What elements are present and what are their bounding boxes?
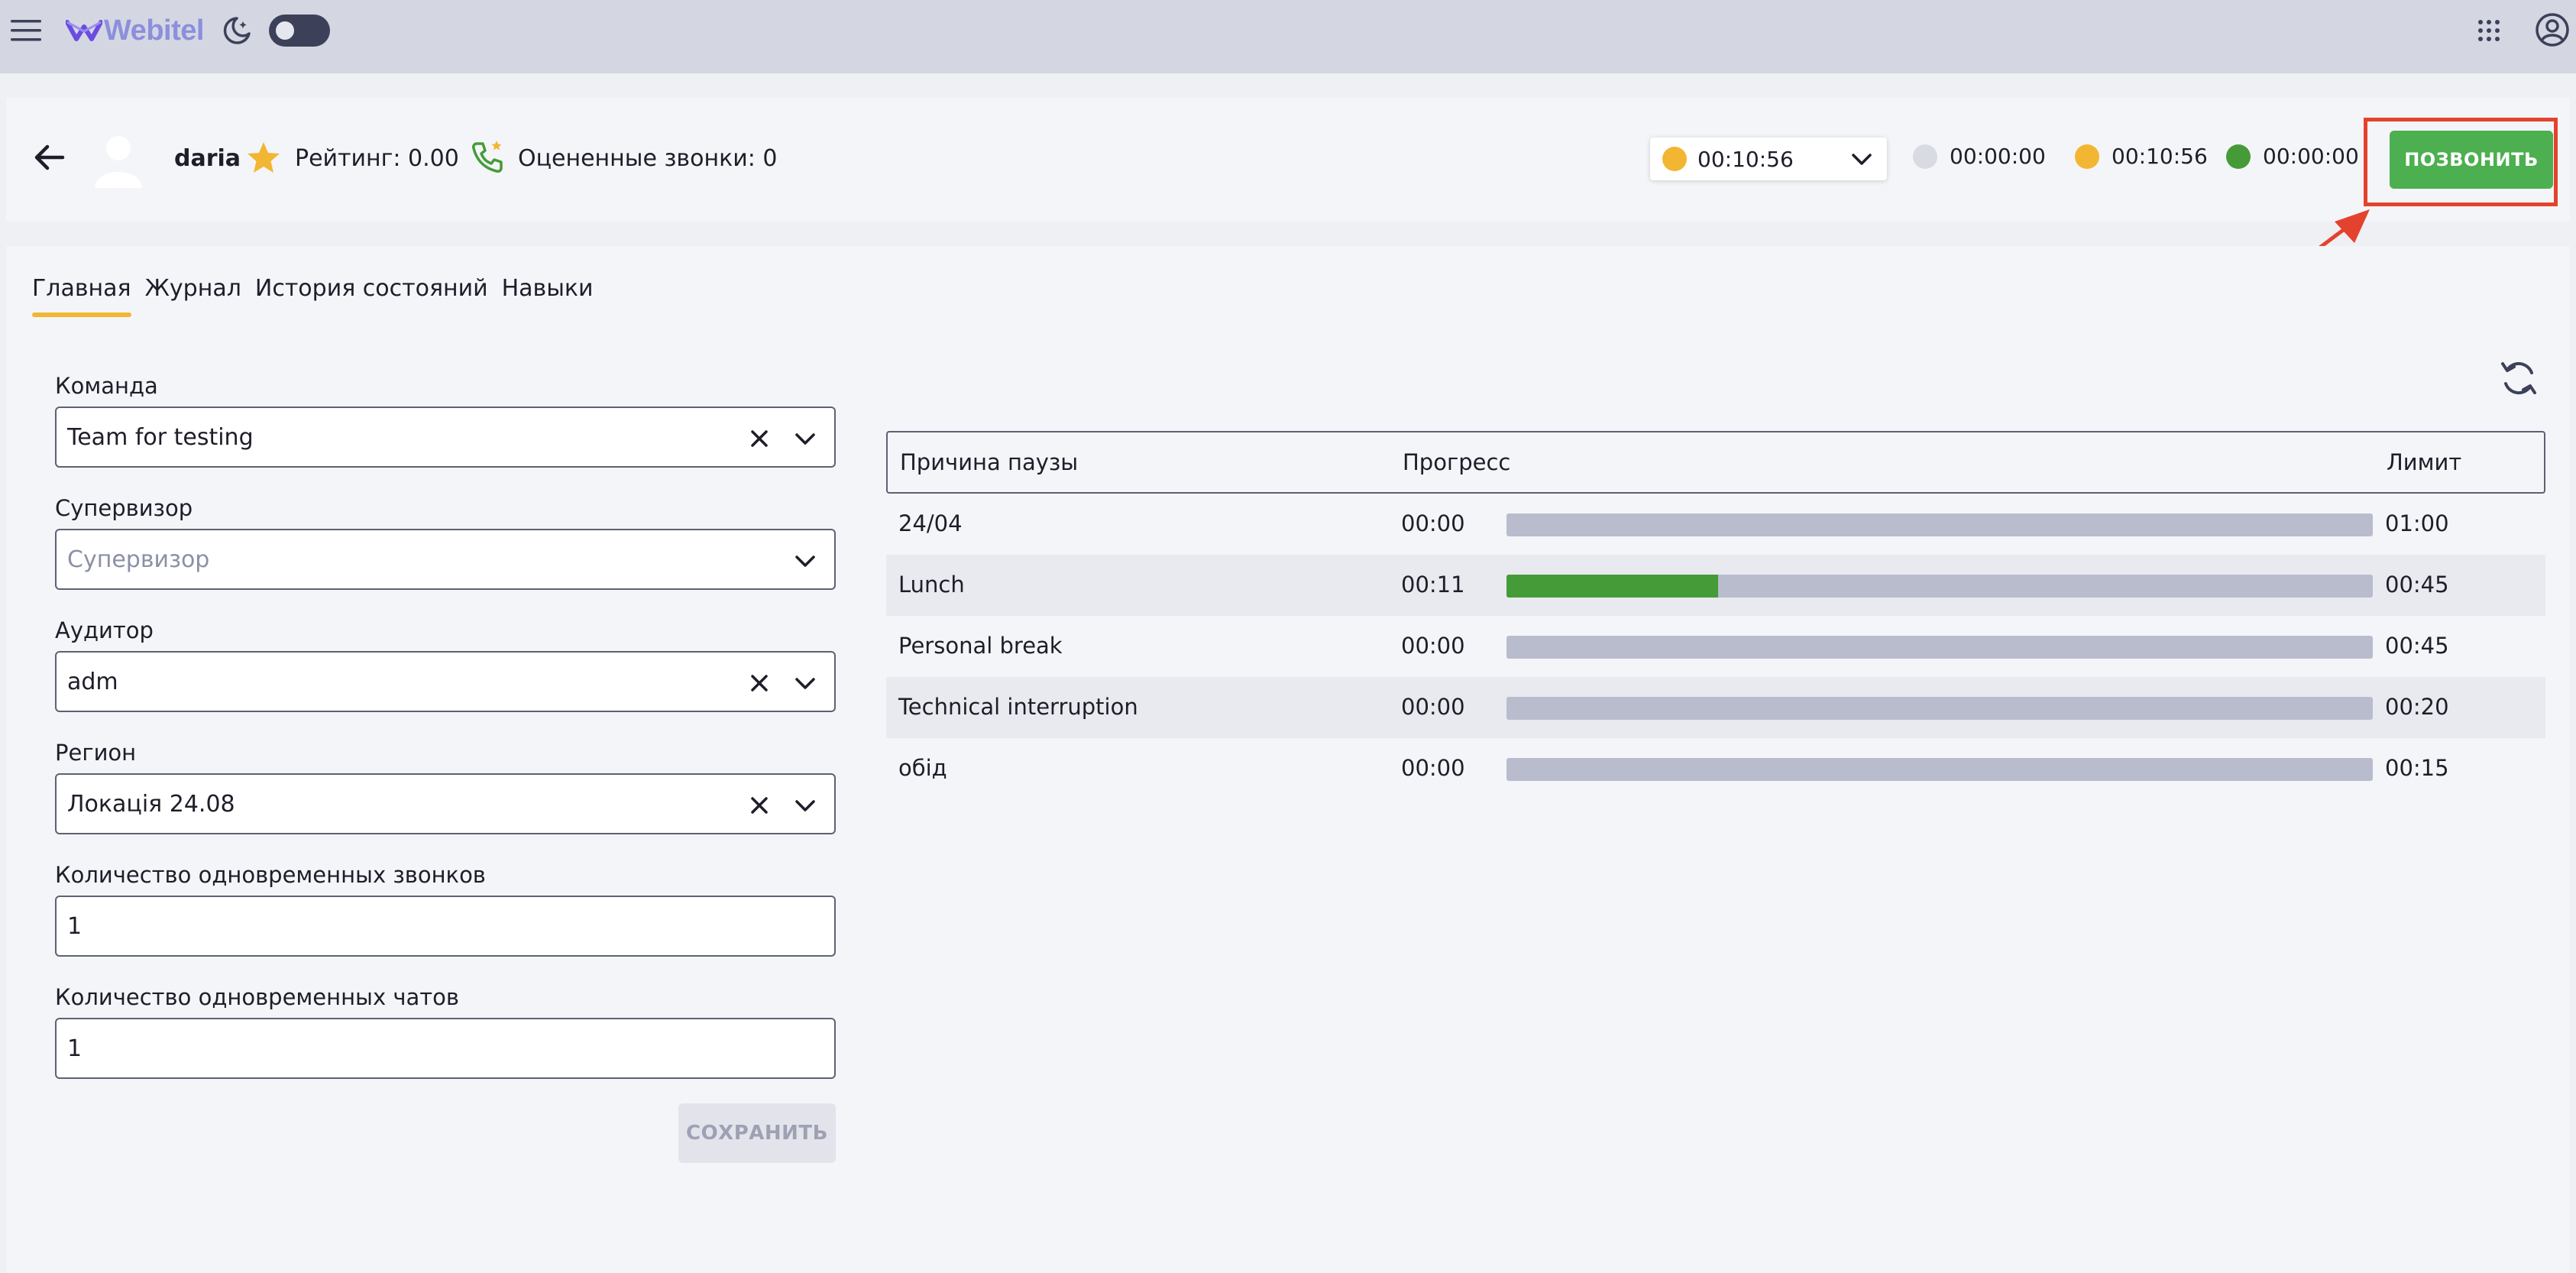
timer-dot-green [2226, 144, 2251, 169]
supervisor-label: Супервизор [55, 495, 193, 521]
pause-used-time: 00:00 [1401, 510, 1465, 536]
pause-used-time: 00:00 [1401, 755, 1465, 781]
tab-skills[interactable]: Навыки [502, 275, 594, 317]
main-panel: Главная Журнал История состояний Навыки … [6, 246, 2570, 1273]
table-header: Причина паузы Прогресс Лимит [886, 431, 2545, 494]
top-app-bar: Webitel [0, 0, 2576, 73]
rated-calls: Оцененные звонки: 0 [518, 145, 778, 172]
pause-limit: 00:45 [2385, 633, 2449, 659]
pause-reason: Technical interruption [898, 694, 1138, 720]
pause-reasons-table: Причина паузы Прогресс Лимит 24/04 00:00… [886, 431, 2545, 799]
auditor-select-value: adm [67, 668, 118, 695]
team-select[interactable]: Team for testing [55, 407, 836, 468]
supervisor-select[interactable]: Супервизор [55, 529, 836, 590]
tab-bar: Главная Журнал История состояний Навыки [32, 275, 607, 317]
timer-pause: 00:10:56 [2075, 144, 2208, 169]
pause-reason: обід [898, 755, 947, 781]
team-label: Команда [55, 373, 158, 399]
concurrent-calls-input[interactable]: 1 [55, 896, 836, 957]
pause-limit: 00:15 [2385, 755, 2449, 781]
concurrent-calls-value: 1 [67, 912, 83, 940]
clear-icon[interactable] [749, 795, 770, 816]
auditor-select[interactable]: adm [55, 651, 836, 712]
phone-star-icon [472, 141, 503, 173]
webitel-logo[interactable]: Webitel [66, 11, 204, 50]
region-select[interactable]: Локація 24.08 [55, 773, 836, 834]
table-row: Lunch 00:11 00:45 [886, 555, 2545, 616]
agent-status-select[interactable]: 00:10:56 [1650, 138, 1887, 180]
team-select-value: Team for testing [67, 423, 254, 451]
concurrent-chats-input[interactable]: 1 [55, 1018, 836, 1079]
concurrent-calls-label: Количество одновременных звонков [55, 862, 486, 888]
status-select-value: 00:10:56 [1697, 146, 1794, 172]
star-icon [248, 142, 280, 173]
hamburger-menu-icon[interactable] [9, 17, 43, 44]
table-row: 24/04 00:00 01:00 [886, 494, 2545, 555]
pause-used-time: 00:11 [1401, 572, 1465, 598]
timer-value: 00:10:56 [2112, 144, 2208, 169]
concurrent-chats-value: 1 [67, 1035, 83, 1062]
pause-progress-bar [1506, 575, 2373, 598]
toggle-knob [276, 21, 294, 40]
region-select-value: Локація 24.08 [67, 790, 235, 818]
timer-dot-grey [1913, 144, 1937, 169]
timer-value: 00:00:00 [2263, 144, 2359, 169]
column-header-reason: Причина паузы [900, 449, 1079, 475]
pause-progress-fill [1506, 575, 1718, 598]
table-row: Technical interruption 00:00 00:20 [886, 677, 2545, 738]
timer-online: 00:00:00 [2226, 144, 2359, 169]
column-header-progress: Прогресс [1403, 449, 1511, 475]
clear-icon[interactable] [749, 428, 770, 449]
tab-journal[interactable]: Журнал [145, 275, 241, 317]
tab-main[interactable]: Главная [32, 275, 131, 317]
timer-offline: 00:00:00 [1913, 144, 2046, 169]
webitel-logo-text: Webitel [104, 14, 204, 47]
apps-grid-icon[interactable] [2477, 18, 2501, 43]
tab-status-history[interactable]: История состояний [255, 275, 488, 317]
clear-icon[interactable] [749, 672, 770, 694]
pause-reason: 24/04 [898, 510, 963, 536]
auditor-label: Аудитор [55, 617, 154, 643]
moon-stars-icon [223, 17, 251, 44]
pause-limit: 00:45 [2385, 572, 2449, 598]
region-label: Регион [55, 740, 137, 766]
call-button[interactable]: ПОЗВОНИТЬ [2390, 131, 2553, 189]
chevron-down-icon[interactable] [793, 795, 817, 816]
chevron-down-icon [1852, 154, 1872, 165]
timer-dot-yellow [2075, 144, 2099, 169]
supervisor-placeholder: Супервизор [67, 546, 210, 573]
pause-progress-bar [1506, 513, 2373, 536]
account-circle-icon[interactable] [2535, 12, 2570, 47]
pause-used-time: 00:00 [1401, 694, 1465, 720]
status-indicator-dot [1662, 147, 1687, 171]
pause-reason: Personal break [898, 633, 1063, 659]
refresh-icon[interactable] [2498, 358, 2539, 399]
pause-progress-bar [1506, 758, 2373, 781]
agent-avatar [95, 136, 142, 188]
chevron-down-icon[interactable] [793, 550, 817, 572]
pause-progress-bar [1506, 697, 2373, 720]
dark-mode-toggle[interactable] [269, 15, 330, 47]
timer-value: 00:00:00 [1950, 144, 2046, 169]
agent-header: daria Рейтинг: 0.00 Оцененные звонки: 0 … [6, 98, 2570, 222]
chevron-down-icon[interactable] [793, 672, 817, 694]
arrow-back-icon[interactable] [32, 141, 66, 174]
webitel-logo-icon [66, 20, 102, 41]
table-row: Personal break 00:00 00:45 [886, 616, 2545, 677]
agent-rating: Рейтинг: 0.00 [295, 145, 459, 172]
chevron-down-icon[interactable] [793, 428, 817, 449]
agent-name: daria [174, 145, 241, 172]
table-row: обід 00:00 00:15 [886, 738, 2545, 799]
pause-limit: 00:20 [2385, 694, 2449, 720]
pause-progress-bar [1506, 636, 2373, 659]
pause-used-time: 00:00 [1401, 633, 1465, 659]
save-button[interactable]: СОХРАНИТЬ [678, 1103, 836, 1163]
pause-limit: 01:00 [2385, 510, 2449, 536]
column-header-limit: Лимит [2387, 449, 2462, 475]
concurrent-chats-label: Количество одновременных чатов [55, 984, 459, 1010]
pause-reason: Lunch [898, 572, 965, 598]
